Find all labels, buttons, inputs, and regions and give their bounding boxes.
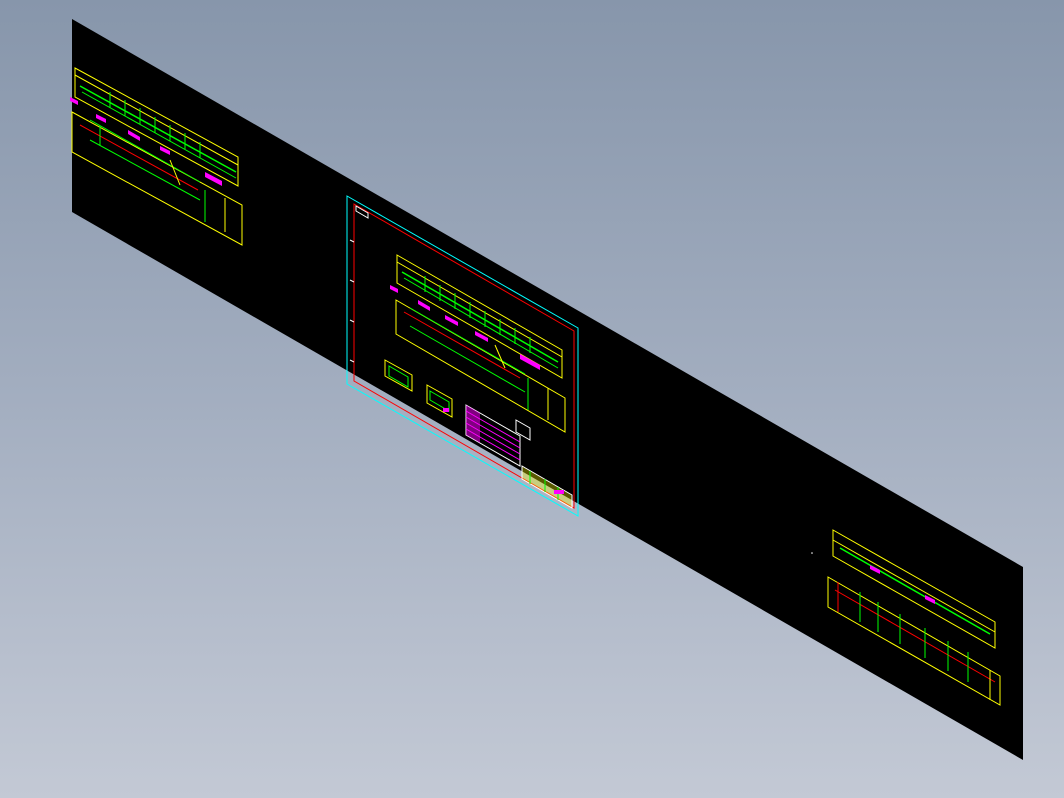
cad-viewport[interactable] bbox=[0, 0, 1064, 798]
right-view-point-marker bbox=[811, 552, 813, 554]
cad-scene[interactable] bbox=[0, 0, 1064, 798]
